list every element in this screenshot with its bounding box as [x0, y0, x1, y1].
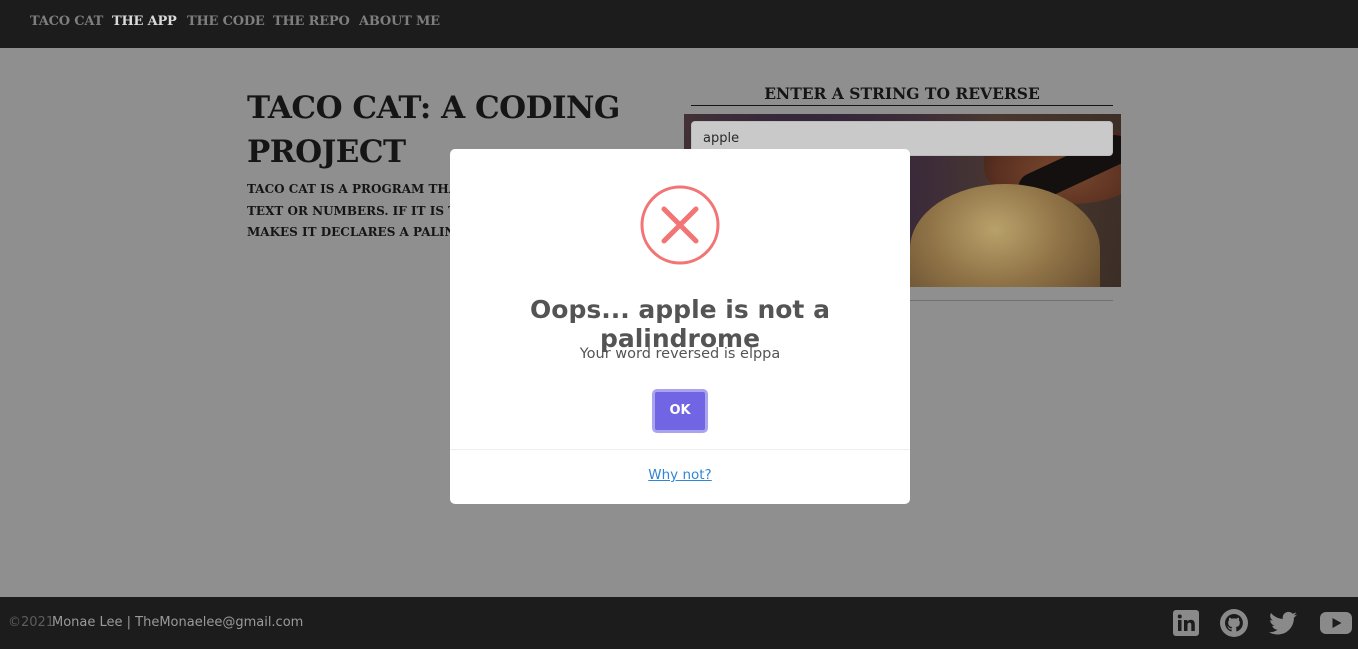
youtube-icon[interactable]: [1319, 608, 1353, 638]
top-navbar: TACO CAT THE APP THE CODE THE REPO ABOUT…: [0, 0, 1358, 48]
github-icon[interactable]: [1219, 608, 1249, 638]
modal-title: Oops... apple is not a palindrome: [530, 295, 830, 353]
error-x-icon: [640, 185, 720, 265]
nav-item-the-repo[interactable]: THE REPO: [273, 14, 350, 29]
twitter-icon[interactable]: [1268, 608, 1298, 638]
ok-button[interactable]: OK: [652, 389, 708, 433]
page-footer: ©2021 Monae Lee | TheMonaelee@gmail.com: [0, 597, 1358, 649]
copyright-text: ©2021: [8, 615, 55, 630]
linkedin-icon[interactable]: [1171, 608, 1201, 638]
nav-item-the-code[interactable]: THE CODE: [187, 14, 265, 29]
alert-modal: Oops... apple is not a palindrome Your w…: [450, 149, 910, 504]
modal-text: Your word reversed is elppa: [579, 346, 781, 362]
why-not-link[interactable]: Why not?: [450, 467, 910, 483]
nav-item-about-me[interactable]: ABOUT ME: [359, 14, 440, 29]
form-heading: ENTER A STRING TO REVERSE: [691, 84, 1113, 106]
modal-footer-divider: [450, 449, 910, 450]
nav-brand-taco-cat[interactable]: TACO CAT: [30, 14, 103, 29]
nav-item-the-app[interactable]: THE APP: [112, 14, 177, 29]
author-contact: Monae Lee | TheMonaelee@gmail.com: [52, 615, 304, 630]
